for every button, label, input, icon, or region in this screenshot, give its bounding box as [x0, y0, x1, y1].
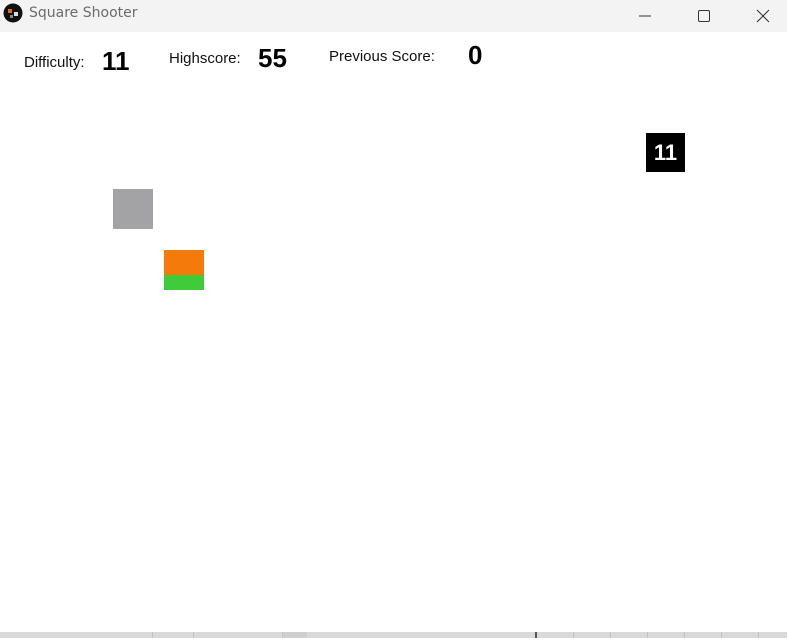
- minimize-icon: [639, 10, 651, 22]
- window-title: Square Shooter: [29, 5, 138, 21]
- game-app-icon[interactable]: [3, 3, 23, 23]
- difficulty-label: Difficulty:: [24, 54, 85, 71]
- taskbar-divider: [152, 632, 153, 638]
- player-square: [164, 250, 204, 290]
- previous-score-value: 0: [468, 40, 483, 70]
- enemy-square: 11: [646, 133, 685, 172]
- taskbar-divider: [721, 632, 722, 638]
- player-bottom-half: [164, 275, 204, 290]
- taskbar-divider: [573, 632, 574, 638]
- close-icon: [756, 9, 770, 23]
- taskbar-divider: [684, 632, 685, 638]
- taskbar-divider: [193, 632, 194, 638]
- window-titlebar[interactable]: Square Shooter: [0, 0, 787, 32]
- game-canvas[interactable]: Difficulty: 11 Highscore: 55 Previous Sc…: [0, 32, 787, 632]
- maximize-icon: [698, 10, 710, 22]
- highscore-value: 55: [258, 43, 287, 73]
- taskbar-edge: [0, 632, 787, 638]
- gray-square-obstacle: [113, 189, 153, 229]
- taskbar-divider: [282, 632, 307, 638]
- player-top-half: [164, 250, 204, 275]
- close-button[interactable]: [740, 0, 786, 32]
- maximize-button[interactable]: [681, 0, 727, 32]
- taskbar-divider: [647, 632, 648, 638]
- previous-score-label: Previous Score:: [329, 48, 435, 65]
- taskbar-divider: [610, 632, 611, 638]
- highscore-label: Highscore:: [169, 50, 241, 67]
- difficulty-value: 11: [102, 46, 130, 76]
- taskbar-divider: [758, 632, 759, 638]
- minimize-button[interactable]: [622, 0, 668, 32]
- enemy-label: 11: [653, 139, 678, 165]
- taskbar-divider: [535, 632, 537, 638]
